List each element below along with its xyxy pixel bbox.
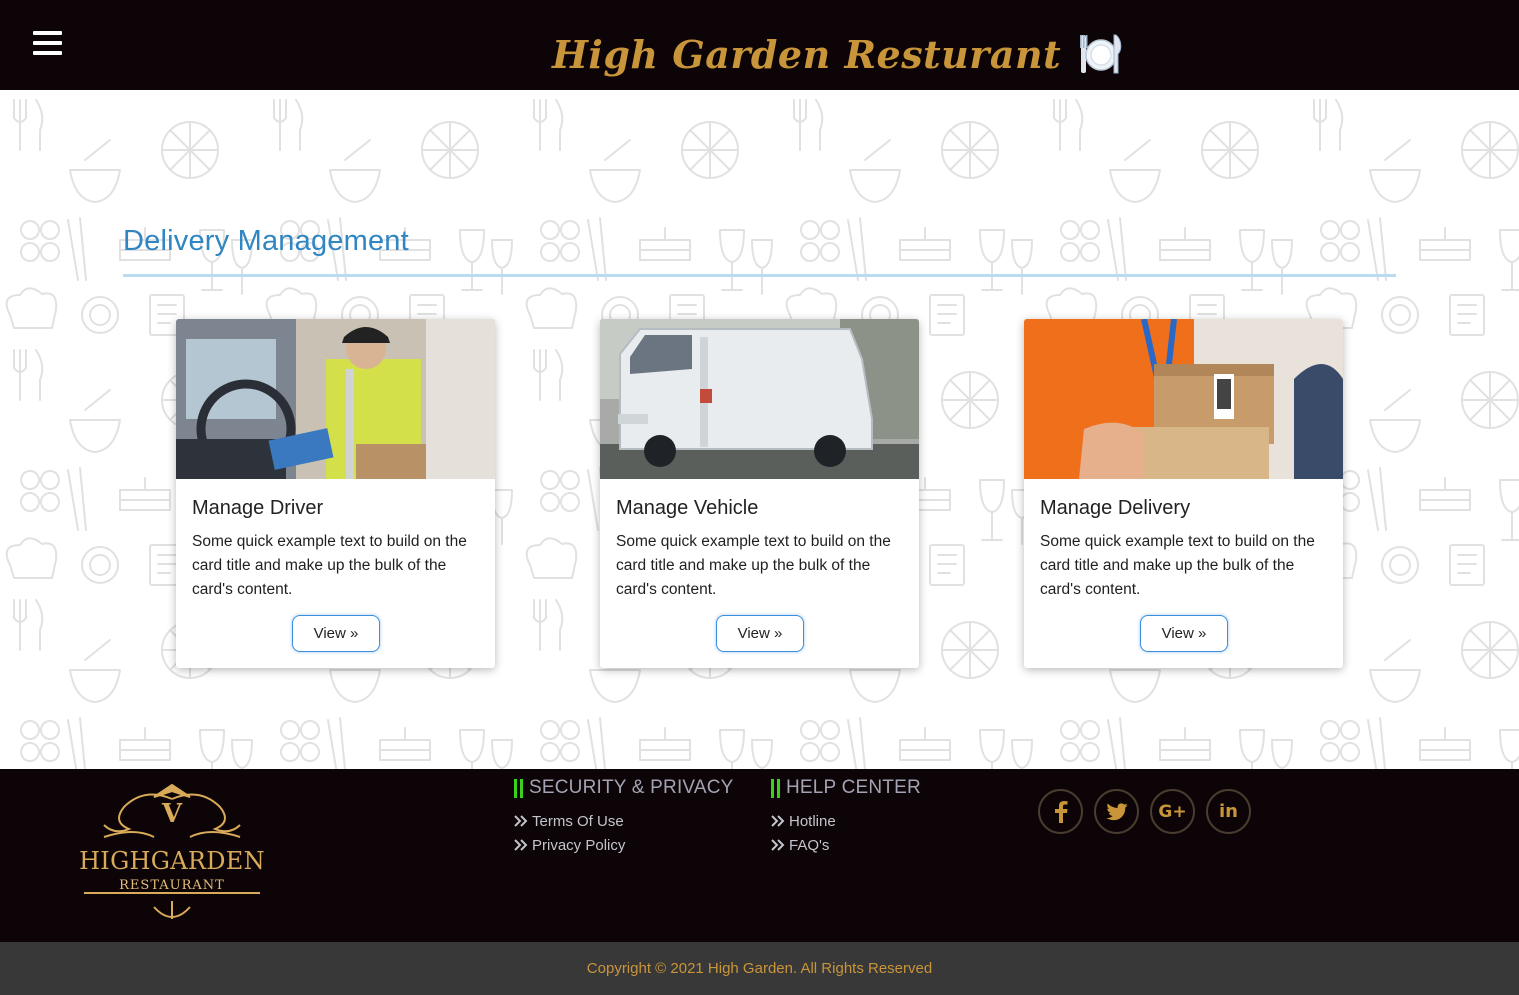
social-links: G+ in — [1038, 789, 1251, 834]
double-chevron-right-icon — [771, 815, 785, 827]
column-title: SECURITY & PRIVACY — [529, 777, 734, 798]
logo-name: HIGHGARDEN — [79, 847, 265, 875]
page-title: Delivery Management — [123, 225, 409, 257]
copyright-text: Copyright © 2021 High Garden. All Rights… — [586, 960, 933, 977]
card-text: Some quick example text to build on the … — [616, 533, 891, 598]
view-driver-button[interactable]: View » — [292, 615, 380, 652]
logo-monogram: V — [161, 799, 183, 829]
help-center-column: HELP CENTER Hotline FAQ's — [771, 777, 921, 857]
column-title: HELP CENTER — [786, 777, 921, 798]
brand-title: High Garden Resturant — [552, 31, 1062, 77]
twitter-icon[interactable] — [1094, 789, 1139, 834]
double-chevron-right-icon — [514, 839, 528, 851]
view-vehicle-button[interactable]: View » — [716, 615, 804, 652]
footer: V HIGHGARDEN RESTAURANT SECURITY & PRIVA… — [0, 769, 1519, 942]
terms-of-use-link[interactable]: Terms Of Use — [514, 809, 734, 833]
double-chevron-right-icon — [514, 815, 528, 827]
main-content: Delivery Management Manage Driver Some q… — [0, 90, 1519, 769]
footer-logo[interactable]: V HIGHGARDEN RESTAURANT — [74, 777, 270, 923]
google-plus-icon[interactable]: G+ — [1150, 789, 1195, 834]
card-text: Some quick example text to build on the … — [1040, 533, 1315, 598]
title-divider — [123, 274, 1396, 277]
delivery-driver-photo — [176, 319, 495, 479]
card-title: Manage Driver — [192, 497, 324, 519]
top-navbar: High Garden Resturant — [0, 0, 1519, 90]
plate-cutlery-icon — [1080, 34, 1122, 74]
card-manage-driver: Manage Driver Some quick example text to… — [176, 319, 495, 668]
view-delivery-button[interactable]: View » — [1140, 615, 1228, 652]
card-title: Manage Vehicle — [616, 497, 759, 519]
delivery-van-photo — [600, 319, 919, 479]
accent-bars — [514, 778, 523, 798]
hamburger-menu-icon[interactable] — [33, 31, 63, 59]
card-manage-delivery: Manage Delivery Some quick example text … — [1024, 319, 1343, 668]
privacy-policy-link[interactable]: Privacy Policy — [514, 833, 734, 857]
copyright-bar: Copyright © 2021 High Garden. All Rights… — [0, 942, 1519, 995]
card-manage-vehicle: Manage Vehicle Some quick example text t… — [600, 319, 919, 668]
logo-subtitle: RESTAURANT — [119, 878, 225, 893]
hotline-link[interactable]: Hotline — [771, 809, 921, 833]
faq-link[interactable]: FAQ's — [771, 833, 921, 857]
card-title: Manage Delivery — [1040, 497, 1191, 519]
parcel-handover-photo — [1024, 319, 1343, 479]
security-privacy-column: SECURITY & PRIVACY Terms Of Use Privacy … — [514, 777, 734, 857]
double-chevron-right-icon — [771, 839, 785, 851]
column-heading: HELP CENTER — [771, 777, 921, 799]
column-heading: SECURITY & PRIVACY — [514, 777, 734, 799]
brand[interactable]: High Garden Resturant — [552, 26, 1123, 82]
facebook-icon[interactable] — [1038, 789, 1083, 834]
accent-bars — [771, 778, 780, 798]
card-text: Some quick example text to build on the … — [192, 533, 467, 598]
linkedin-icon[interactable]: in — [1206, 789, 1251, 834]
